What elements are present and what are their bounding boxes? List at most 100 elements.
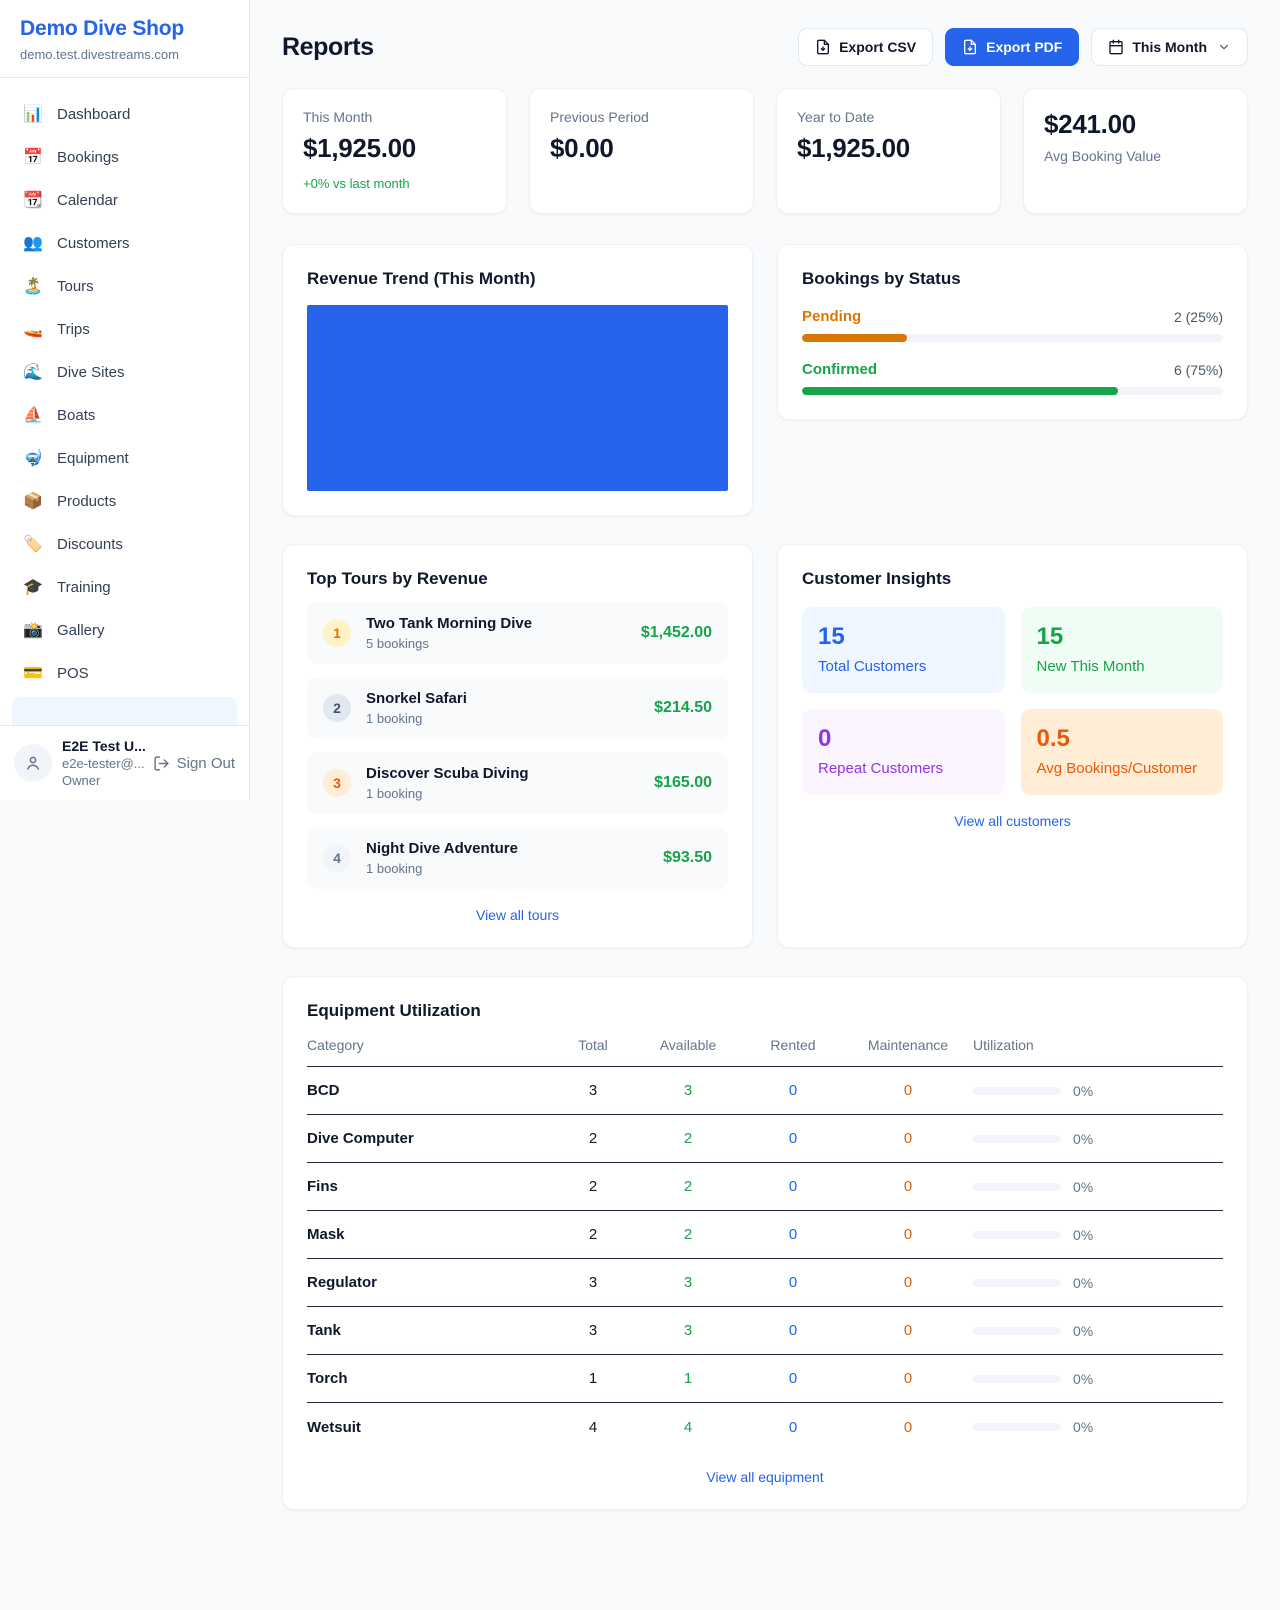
sidebar-item-discounts[interactable]: 🏷️ Discounts (12, 524, 237, 564)
equipment-rented: 0 (743, 1082, 843, 1099)
utilization-track (973, 1375, 1061, 1383)
rank-badge: 1 (323, 619, 351, 647)
col-header-available: Available (633, 1037, 743, 1053)
sidebar-item-training[interactable]: 🎓 Training (12, 567, 237, 607)
export-csv-button[interactable]: Export CSV (798, 28, 933, 66)
sidebar-item-pos[interactable]: 💳 POS (12, 653, 237, 693)
sidebar-item-label: POS (57, 665, 89, 682)
main-content: Reports Export CSV (250, 0, 1280, 1545)
sign-out-button[interactable]: Sign Out (153, 755, 235, 772)
stat-card-avg-booking-value: $241.00 Avg Booking Value (1023, 88, 1248, 214)
utilization-track (973, 1135, 1061, 1143)
view-all-customers-link[interactable]: View all customers (802, 813, 1223, 829)
sidebar-item-equipment[interactable]: 🤿 Equipment (12, 438, 237, 478)
sidebar-item-dashboard[interactable]: 📊 Dashboard (12, 94, 237, 134)
user-email: e2e-tester@... (62, 756, 143, 771)
equipment-rented: 0 (743, 1322, 843, 1339)
utilization-track (973, 1279, 1061, 1287)
tile-label: Avg Bookings/Customer (1037, 760, 1208, 777)
equipment-category: Torch (307, 1370, 553, 1387)
utilization-percent: 0% (1073, 1371, 1093, 1387)
sidebar-item-label: Calendar (57, 192, 118, 209)
utilization-track (973, 1231, 1061, 1239)
period-label: This Month (1132, 39, 1207, 55)
diving-mask-icon: 🤿 (22, 448, 44, 468)
wave-icon: 🌊 (22, 362, 44, 382)
sidebar-item-trips[interactable]: 🚤 Trips (12, 309, 237, 349)
sidebar-item-customers[interactable]: 👥 Customers (12, 223, 237, 263)
progress-fill (802, 334, 907, 342)
tile-value: 15 (1037, 623, 1208, 651)
period-dropdown[interactable]: This Month (1091, 28, 1248, 66)
page-title: Reports (282, 33, 374, 62)
equipment-rented: 0 (743, 1130, 843, 1147)
sailboat-icon: ⛵ (22, 405, 44, 425)
utilization-track (973, 1087, 1061, 1095)
table-row: Dive Computer 2 2 0 0 0% (307, 1115, 1223, 1163)
sidebar-item-calendar[interactable]: 📆 Calendar (12, 180, 237, 220)
sidebar-nav: 📊 Dashboard 📅 Bookings 📆 Calendar 👥 Cust… (0, 78, 249, 725)
graduation-cap-icon: 🎓 (22, 577, 44, 597)
progress-track (802, 387, 1223, 395)
equipment-category: BCD (307, 1082, 553, 1099)
utilization-cell: 0% (973, 1323, 1223, 1339)
sidebar-item-tours[interactable]: 🏝️ Tours (12, 266, 237, 306)
equipment-rented: 0 (743, 1419, 843, 1436)
table-row: Fins 2 2 0 0 0% (307, 1163, 1223, 1211)
sidebar-item-bookings[interactable]: 📅 Bookings (12, 137, 237, 177)
utilization-cell: 0% (973, 1275, 1223, 1291)
table-row: Tank 3 3 0 0 0% (307, 1307, 1223, 1355)
equipment-rented: 0 (743, 1274, 843, 1291)
tile-repeat-customers: 0 Repeat Customers (802, 709, 1005, 795)
equipment-maintenance: 0 (843, 1274, 973, 1291)
sidebar-item-boats[interactable]: ⛵ Boats (12, 395, 237, 435)
equipment-maintenance: 0 (843, 1370, 973, 1387)
stats-row: This Month $1,925.00 +0% vs last month P… (282, 88, 1248, 214)
equipment-rented: 0 (743, 1370, 843, 1387)
sidebar-item-products[interactable]: 📦 Products (12, 481, 237, 521)
sidebar-item-gallery[interactable]: 📸 Gallery (12, 610, 237, 650)
speedboat-icon: 🚤 (22, 319, 44, 339)
equipment-total: 1 (553, 1370, 633, 1387)
equipment-available: 2 (633, 1226, 743, 1243)
utilization-track (973, 1327, 1061, 1335)
tour-name: Snorkel Safari (366, 690, 639, 707)
tour-row: 2 Snorkel Safari 1 booking $214.50 (307, 677, 728, 739)
user-role: Owner (62, 773, 143, 788)
logout-icon (153, 755, 170, 772)
utilization-percent: 0% (1073, 1323, 1093, 1339)
package-icon: 📦 (22, 491, 44, 511)
sidebar-item-reports-clipped[interactable] (12, 697, 237, 725)
sidebar-item-label: Discounts (57, 536, 123, 553)
equipment-category: Wetsuit (307, 1419, 553, 1436)
file-download-icon (815, 39, 831, 55)
tour-amount: $214.50 (654, 699, 712, 717)
utilization-percent: 0% (1073, 1227, 1093, 1243)
equipment-available: 4 (633, 1419, 743, 1436)
charts-row: Revenue Trend (This Month) Bookings by S… (282, 244, 1248, 516)
sidebar-item-dive-sites[interactable]: 🌊 Dive Sites (12, 352, 237, 392)
utilization-percent: 0% (1073, 1419, 1093, 1435)
equipment-available: 3 (633, 1322, 743, 1339)
revenue-trend-chart (307, 305, 728, 491)
calendar-date-icon: 📅 (22, 147, 44, 167)
tour-amount: $93.50 (663, 849, 712, 867)
sidebar-item-label: Products (57, 493, 116, 510)
view-all-tours-link[interactable]: View all tours (307, 907, 728, 923)
tour-row: 3 Discover Scuba Diving 1 booking $165.0… (307, 752, 728, 814)
tile-value: 0 (818, 725, 989, 753)
stat-card-year-to-date: Year to Date $1,925.00 (776, 88, 1001, 214)
tile-label: Total Customers (818, 658, 989, 675)
brand-name[interactable]: Demo Dive Shop (20, 17, 229, 41)
equipment-rented: 0 (743, 1226, 843, 1243)
equipment-maintenance: 0 (843, 1178, 973, 1195)
equipment-total: 3 (553, 1322, 633, 1339)
sidebar-item-label: Trips (57, 321, 90, 338)
equipment-total: 2 (553, 1226, 633, 1243)
view-all-equipment-link[interactable]: View all equipment (307, 1469, 1223, 1485)
calendar-icon: 📆 (22, 190, 44, 210)
utilization-cell: 0% (973, 1227, 1223, 1243)
header-actions: Export CSV Export PDF (798, 28, 1248, 66)
equipment-maintenance: 0 (843, 1130, 973, 1147)
export-pdf-button[interactable]: Export PDF (945, 28, 1079, 66)
